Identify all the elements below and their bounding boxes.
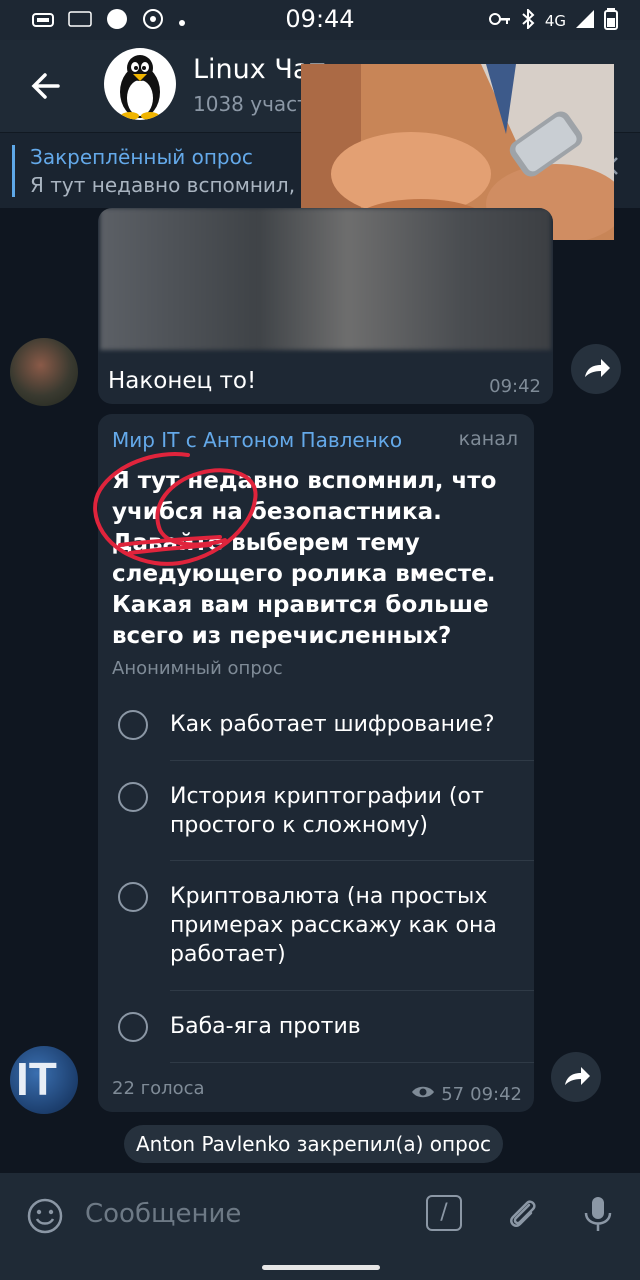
poll-option-label: История криптографии (от простого к слож… bbox=[170, 784, 484, 838]
poll-time: 09:42 bbox=[470, 1084, 522, 1105]
status-bar: 09:44 4G bbox=[0, 0, 640, 40]
radio-button[interactable] bbox=[118, 882, 148, 912]
bluetooth-icon bbox=[521, 7, 535, 33]
message-time: 09:42 bbox=[489, 376, 541, 397]
home-indicator[interactable] bbox=[262, 1265, 380, 1270]
avatar-initials: IT bbox=[16, 1053, 57, 1105]
message-input-bar: Сообщение / bbox=[0, 1173, 640, 1260]
message-input[interactable]: Сообщение bbox=[85, 1199, 241, 1229]
poll-option[interactable]: Как работает шифрование? bbox=[98, 710, 534, 761]
poll-option[interactable]: Криптовалюта (на простых примерах расска… bbox=[98, 882, 534, 992]
channel-avatar[interactable]: IT bbox=[10, 1046, 78, 1114]
poll-option[interactable]: История криптографии (от простого к слож… bbox=[98, 782, 534, 862]
attach-icon[interactable] bbox=[504, 1195, 540, 1235]
emoji-icon[interactable] bbox=[26, 1197, 64, 1239]
forward-button[interactable] bbox=[571, 344, 621, 394]
system-nav-bar bbox=[0, 1260, 640, 1280]
poll-meta: 57 09:42 bbox=[411, 1084, 522, 1105]
poll-option-label: Криптовалюта (на простых примерах расска… bbox=[170, 884, 497, 967]
poll-option-label: Баба-яга против bbox=[170, 1014, 361, 1039]
divider bbox=[170, 990, 534, 991]
service-message: Anton Pavlenko закрепил(а) опрос bbox=[124, 1125, 504, 1163]
battery-icon bbox=[604, 8, 618, 34]
bot-command-icon[interactable]: / bbox=[426, 1195, 462, 1231]
view-count: 57 bbox=[441, 1084, 465, 1105]
penguin-icon bbox=[120, 55, 160, 120]
divider bbox=[170, 860, 534, 861]
chat-avatar[interactable] bbox=[104, 48, 176, 120]
blurred-image[interactable] bbox=[100, 208, 551, 350]
key-icon bbox=[488, 12, 511, 30]
divider bbox=[170, 1062, 534, 1063]
message-bubble[interactable]: Наконец то! 09:42 bbox=[98, 208, 553, 404]
poll-vote-count: 22 голоса bbox=[112, 1078, 205, 1099]
pinned-indicator bbox=[12, 145, 15, 197]
sender-avatar[interactable] bbox=[10, 338, 78, 406]
forward-icon bbox=[585, 359, 610, 377]
channel-badge: канал bbox=[458, 428, 518, 450]
poll-type: Анонимный опрос bbox=[112, 658, 283, 679]
network-type: 4G bbox=[544, 12, 566, 30]
radio-button[interactable] bbox=[118, 710, 148, 740]
radio-button[interactable] bbox=[118, 782, 148, 812]
back-arrow-icon[interactable] bbox=[28, 68, 64, 104]
forward-icon bbox=[565, 1067, 590, 1085]
poll-option-label: Как работает шифрование? bbox=[170, 712, 495, 737]
poll-option[interactable]: Баба-яга против bbox=[98, 1012, 534, 1063]
eye-icon bbox=[411, 1084, 435, 1105]
red-scribble-annotation bbox=[93, 452, 258, 566]
pinned-title: Закреплённый опрос bbox=[30, 145, 253, 169]
status-right-icons: 4G bbox=[488, 7, 618, 34]
mic-icon[interactable] bbox=[580, 1195, 616, 1237]
message-text: Наконец то! bbox=[108, 368, 257, 394]
signal-icon bbox=[576, 10, 594, 32]
forward-button[interactable] bbox=[551, 1052, 601, 1102]
divider bbox=[170, 760, 534, 761]
radio-button[interactable] bbox=[118, 1012, 148, 1042]
